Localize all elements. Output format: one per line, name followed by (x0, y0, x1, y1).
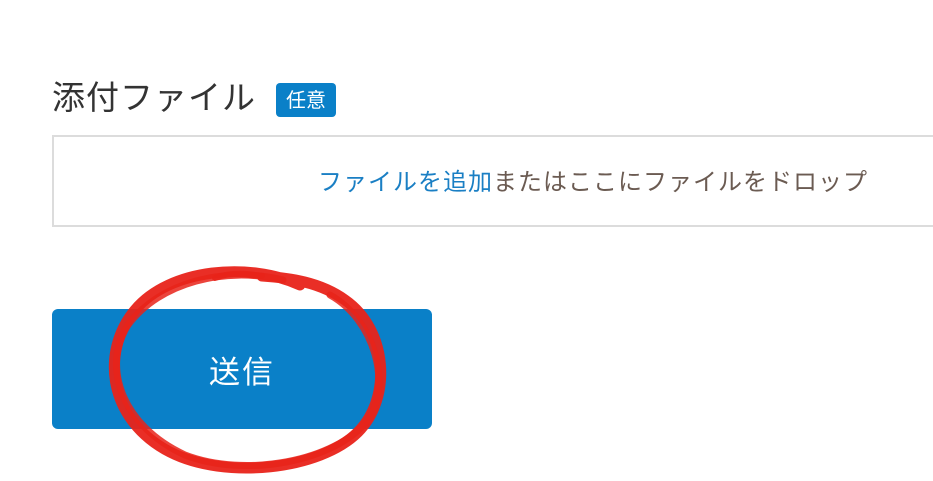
optional-badge: 任意 (276, 83, 336, 117)
drop-hint: またはここにファイルをドロップ (493, 168, 868, 196)
form-section: 添付ファイル 任意 ファイルを追加またはここにファイルをドロップ 送信 (0, 0, 933, 481)
dropzone-text: ファイルを追加またはここにファイルをドロップ (318, 166, 868, 198)
submit-button[interactable]: 送信 (52, 309, 432, 429)
add-file-link[interactable]: ファイルを追加 (318, 168, 493, 196)
file-dropzone[interactable]: ファイルを追加またはここにファイルをドロップ (52, 135, 933, 227)
attachment-label: 添付ファイル (52, 78, 256, 117)
submit-button-label: 送信 (209, 355, 275, 391)
attachment-label-row: 添付ファイル 任意 (52, 76, 336, 120)
